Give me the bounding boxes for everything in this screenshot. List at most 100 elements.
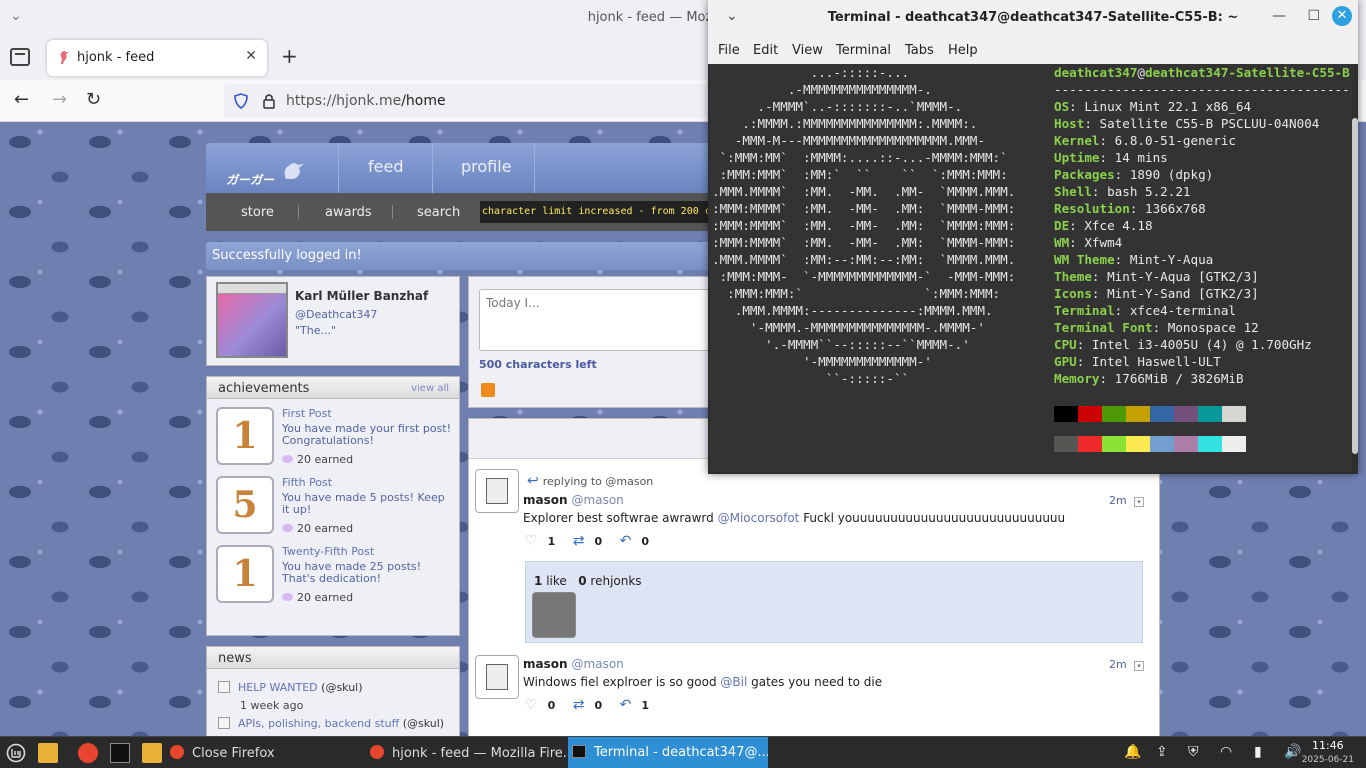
author-handle[interactable]: @mason: [572, 493, 624, 507]
reply-to-text[interactable]: replying to @mason: [543, 475, 654, 488]
tab-hjonk-feed[interactable]: hjonk - feed ✕: [47, 40, 267, 76]
nav-profile-link[interactable]: profile: [461, 157, 512, 176]
subnav-search-link[interactable]: search: [417, 205, 460, 220]
volume-icon[interactable]: 🔊: [1284, 744, 1301, 760]
task-label: hjonk - feed — Mozilla Fire...: [392, 746, 566, 761]
back-arrow-icon[interactable]: ←: [14, 90, 29, 110]
tab-list-icon[interactable]: [10, 48, 30, 66]
likes-summary: 1 like 0 rehjonks: [525, 561, 1143, 643]
author-name[interactable]: mason: [523, 493, 568, 507]
achievement-name[interactable]: Fifth Post: [282, 476, 332, 489]
minimize-icon[interactable]: —: [1272, 8, 1286, 24]
news-item-date: 1 week ago: [240, 699, 304, 712]
menu-edit[interactable]: Edit: [753, 43, 778, 58]
subnav-awards-link[interactable]: awards: [325, 205, 372, 220]
menu-tabs[interactable]: Tabs: [905, 43, 934, 58]
terminal-output[interactable]: ...-:::::-... .-MMMMMMMMMMMMMMM-. .-MMMM…: [710, 64, 1352, 472]
reply-indicator: ↩ replying to @mason: [527, 473, 653, 489]
nav-feed-link[interactable]: feed: [368, 157, 403, 176]
news-item[interactable]: HELP WANTED (@skul): [218, 681, 363, 694]
site-logo-text[interactable]: ガーガー: [226, 171, 274, 188]
terminal-title: Terminal - deathcat347@deathcat347-Satel…: [827, 10, 1239, 25]
neofetch-at: @: [1137, 65, 1145, 80]
achievement-item: 1 First Post You have made your first po…: [216, 407, 456, 473]
firefox-launcher-icon[interactable]: [78, 743, 98, 763]
rss-icon[interactable]: [481, 383, 495, 397]
news-item-title[interactable]: APIs, polishing, backend stuff: [238, 717, 399, 730]
profile-handle[interactable]: @Deathcat347: [295, 308, 377, 321]
document-icon: [218, 681, 230, 693]
view-all-link[interactable]: view all: [411, 383, 449, 394]
reload-icon[interactable]: ↻: [86, 90, 101, 110]
maximize-icon[interactable]: ☐: [1307, 8, 1320, 24]
author-name[interactable]: mason: [523, 657, 568, 671]
post-menu-chevron-icon[interactable]: ▾: [1134, 661, 1144, 671]
task-terminal[interactable]: Terminal - deathcat347@...: [568, 737, 768, 768]
neofetch-key: Shell: [1054, 184, 1092, 199]
compose-textarea[interactable]: Today I...: [479, 289, 719, 351]
post-time[interactable]: 2m: [1109, 658, 1127, 671]
reply-button[interactable]: ↶ 0: [620, 533, 649, 549]
post-avatar[interactable]: [475, 469, 519, 513]
heart-icon: ♡: [525, 533, 538, 549]
news-item-author[interactable]: (@skul): [403, 717, 444, 730]
update-manager-icon[interactable]: ⇪: [1156, 744, 1168, 760]
subnav-store-link[interactable]: store: [241, 205, 274, 220]
palette-swatch: [1126, 406, 1150, 422]
news-item-title[interactable]: HELP WANTED: [238, 681, 318, 694]
forward-arrow-icon[interactable]: →: [52, 90, 67, 110]
rehjonk-button[interactable]: ⇄ 0: [573, 533, 602, 549]
files-launcher-icon[interactable]: [38, 743, 58, 763]
neofetch-value: : Intel Haswell-ULT: [1076, 354, 1221, 369]
achievement-name[interactable]: Twenty-Fifth Post: [282, 545, 374, 558]
wifi-icon[interactable]: ◠: [1220, 744, 1232, 760]
avatar[interactable]: [216, 282, 288, 358]
post-menu-chevron-icon[interactable]: ▾: [1134, 497, 1144, 507]
like-button[interactable]: ♡ 1: [525, 533, 555, 549]
close-icon[interactable]: ✕: [1332, 6, 1352, 26]
news-item[interactable]: APIs, polishing, backend stuff (@skul): [218, 717, 444, 730]
post-text: Explorer best softwrae awrawrd @Miocorso…: [523, 511, 1065, 525]
reply-button[interactable]: ↶ 1: [620, 697, 649, 713]
notifications-bell-icon[interactable]: 🔔: [1124, 744, 1141, 760]
shield-icon[interactable]: ⛨: [1188, 744, 1199, 760]
new-tab-plus-icon[interactable]: +: [281, 46, 298, 66]
post-time[interactable]: 2m: [1109, 494, 1127, 507]
clock[interactable]: 11:46 2025-06-21: [1302, 739, 1354, 767]
achievement-badge-number: 1: [232, 415, 258, 457]
profile-card: Karl Müller Banzhaf @Deathcat347 "The...…: [206, 276, 460, 366]
profile-name[interactable]: Karl Müller Banzhaf: [295, 289, 428, 303]
post-author[interactable]: mason @mason: [523, 493, 624, 507]
news-item-author[interactable]: (@skul): [321, 681, 362, 694]
liker-avatar[interactable]: [532, 592, 576, 638]
task-firefox[interactable]: hjonk - feed — Mozilla Fire...: [370, 737, 566, 768]
task-close-firefox[interactable]: Close Firefox: [170, 737, 360, 768]
menu-view[interactable]: View: [792, 43, 823, 58]
post-mention[interactable]: @Miocorsofot: [718, 511, 800, 525]
tab-close-icon[interactable]: ✕: [245, 48, 257, 64]
menu-file[interactable]: File: [718, 43, 740, 58]
neofetch-info: deathcat347@deathcat347-Satellite-C55-B …: [1054, 64, 1352, 387]
menu-terminal[interactable]: Terminal: [836, 43, 891, 58]
neofetch-value: : Monospace 12: [1152, 320, 1259, 335]
battery-icon[interactable]: ▮: [1254, 744, 1262, 760]
rehjonk-button[interactable]: ⇄ 0: [573, 697, 602, 713]
goose-favicon-icon: [60, 51, 69, 64]
like-count: 1: [547, 535, 556, 548]
tracking-shield-icon[interactable]: [234, 93, 248, 109]
post-mention[interactable]: @Bil: [720, 675, 747, 689]
folder-launcher-icon[interactable]: [142, 743, 162, 763]
terminal-scrollbar[interactable]: [1352, 118, 1358, 454]
post-avatar[interactable]: [475, 655, 519, 699]
neofetch-key: GPU: [1054, 354, 1077, 369]
mint-menu-icon[interactable]: [6, 743, 26, 763]
post-author[interactable]: mason @mason: [523, 657, 624, 671]
achievement-name[interactable]: First Post: [282, 407, 332, 420]
like-button[interactable]: ♡ 0: [525, 697, 555, 713]
author-handle[interactable]: @mason: [572, 657, 624, 671]
avatar-image: [486, 664, 508, 690]
lock-icon[interactable]: [262, 93, 276, 109]
earned-icon: [282, 593, 293, 601]
terminal-launcher-icon[interactable]: [110, 743, 130, 763]
menu-help[interactable]: Help: [948, 43, 978, 58]
